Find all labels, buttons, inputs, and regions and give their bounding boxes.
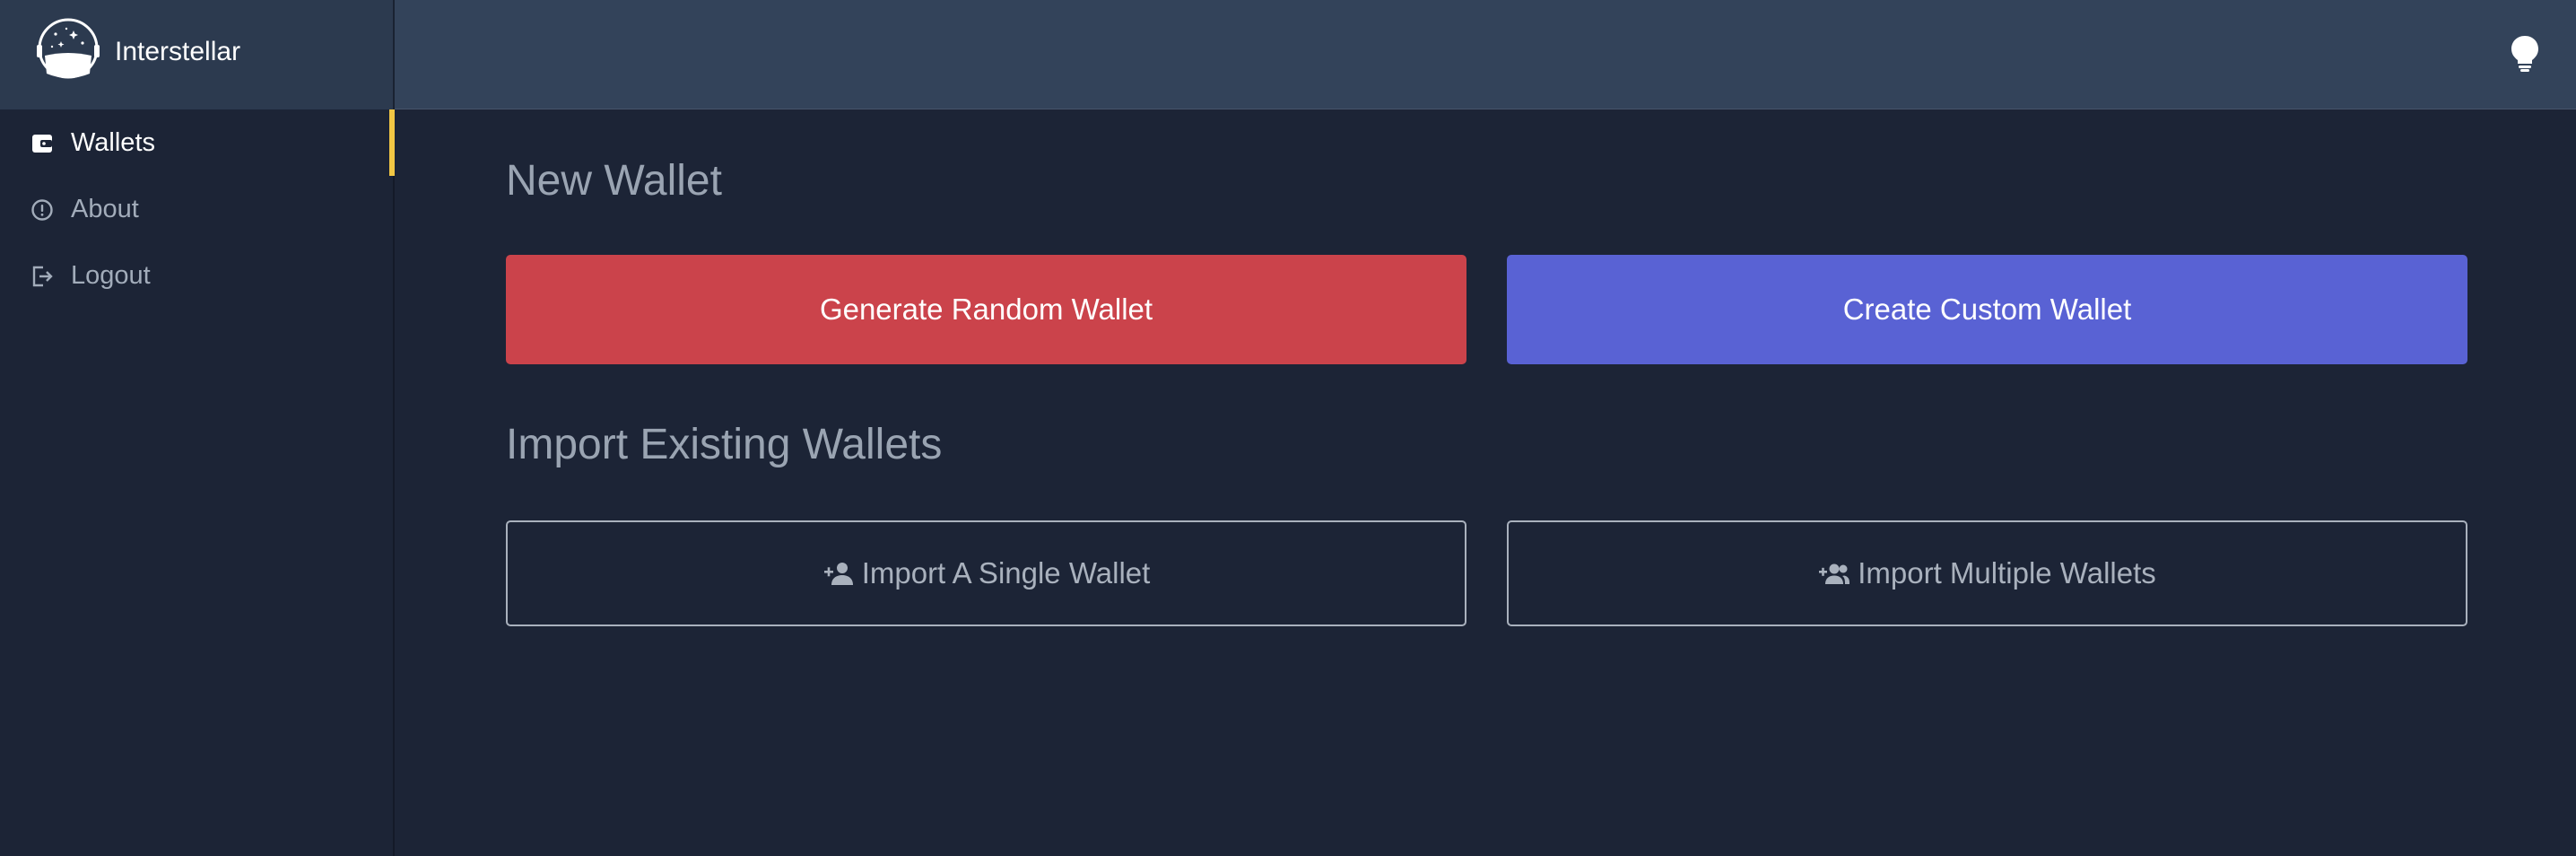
group-add-icon	[1819, 563, 1850, 584]
sidebar-item-label: About	[71, 195, 139, 223]
sidebar-item-label: Wallets	[71, 128, 155, 157]
sidebar: Wallets About Logout	[0, 109, 395, 856]
import-single-wallet-label: Import A Single Wallet	[861, 556, 1151, 590]
sidebar-item-wallets[interactable]: Wallets	[0, 109, 395, 176]
sidebar-item-about[interactable]: About	[0, 176, 395, 242]
create-custom-wallet-button[interactable]: Create Custom Wallet	[1507, 255, 2467, 364]
astronaut-helmet-icon	[37, 18, 100, 79]
import-single-wallet-button[interactable]: Import A Single Wallet	[506, 520, 1466, 626]
app-name: Interstellar	[115, 37, 241, 66]
import-multiple-wallets-label: Import Multiple Wallets	[1858, 556, 2156, 590]
new-wallet-heading: New Wallet	[506, 157, 722, 205]
info-circle-icon	[31, 199, 53, 221]
person-add-icon	[823, 563, 853, 585]
create-custom-wallet-label: Create Custom Wallet	[1842, 293, 2132, 326]
lightbulb-icon[interactable]	[2510, 34, 2540, 72]
sidebar-item-label: Logout	[71, 261, 151, 290]
generate-random-wallet-button[interactable]: Generate Random Wallet	[506, 255, 1466, 364]
main-content: New Wallet Generate Random Wallet Create…	[396, 109, 2576, 856]
app-root: Interstellar Wallets About Logout New Wa…	[0, 0, 2576, 856]
logout-icon	[32, 266, 53, 287]
wallet-icon	[32, 135, 52, 153]
generate-random-wallet-label: Generate Random Wallet	[819, 293, 1153, 326]
brand[interactable]: Interstellar	[0, 0, 395, 109]
sidebar-item-logout[interactable]: Logout	[0, 242, 395, 309]
import-wallets-heading: Import Existing Wallets	[506, 421, 943, 468]
top-bar: Interstellar	[0, 0, 2576, 109]
import-multiple-wallets-button[interactable]: Import Multiple Wallets	[1507, 520, 2467, 626]
